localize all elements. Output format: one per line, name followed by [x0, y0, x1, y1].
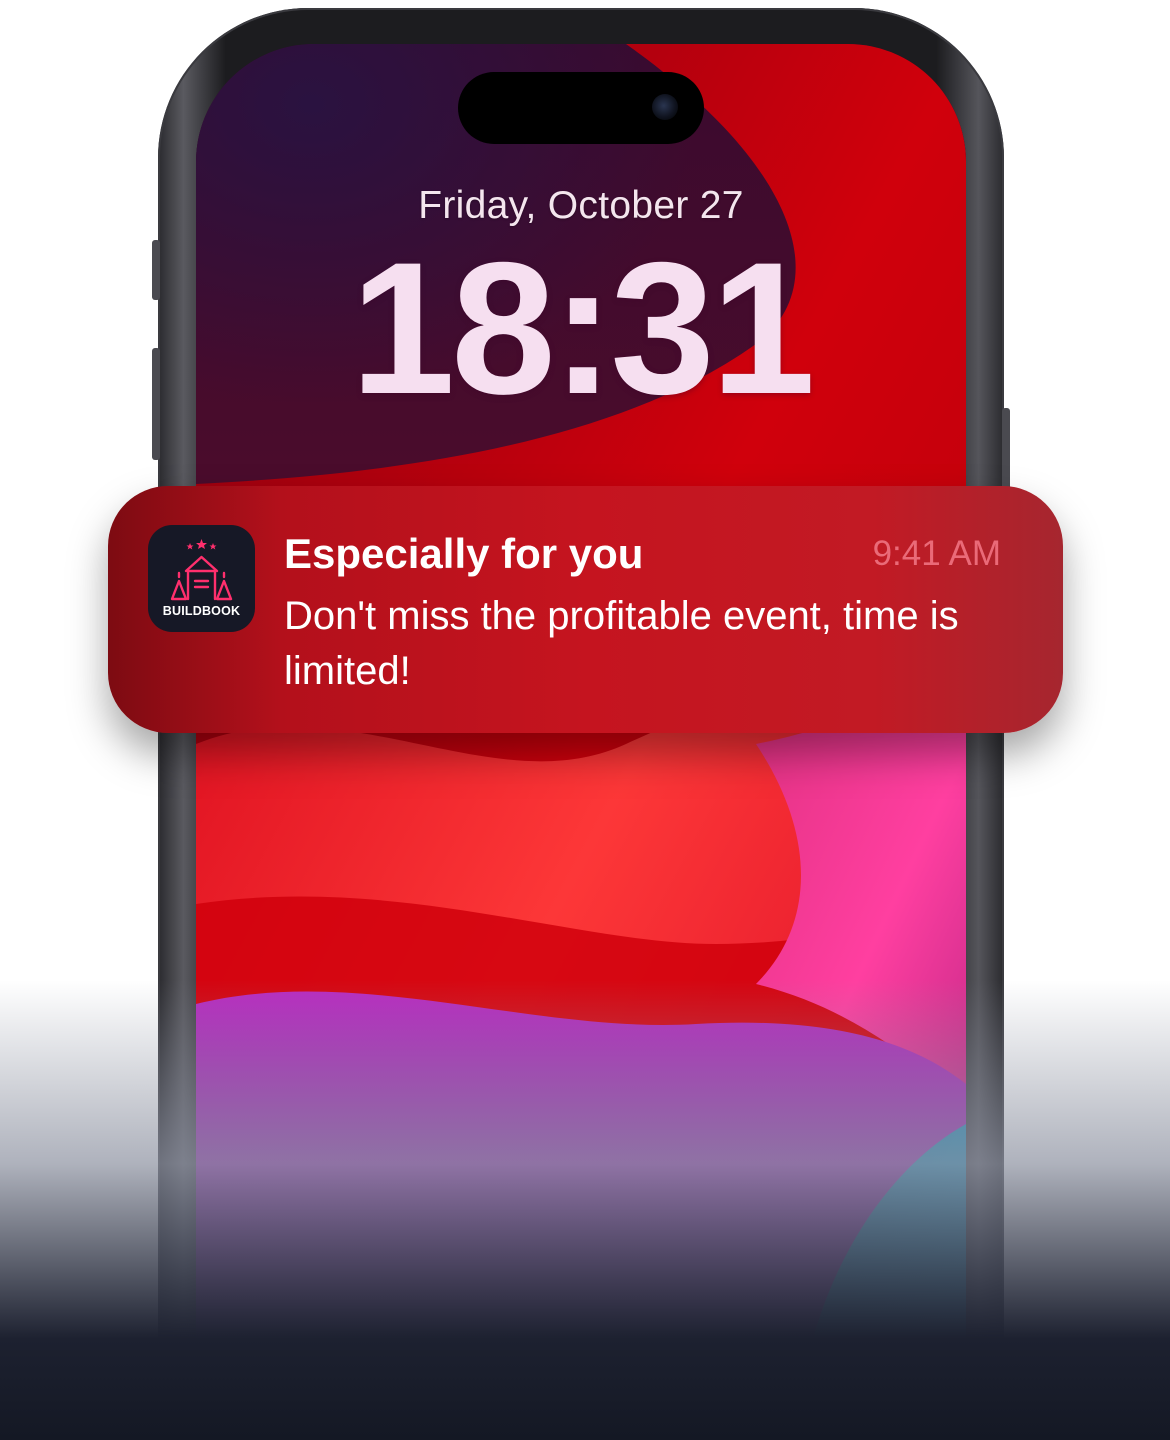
stage: Friday, October 27 18:31 BUILDBOOK Espec… — [0, 0, 1170, 1440]
app-icon: BUILDBOOK — [148, 525, 255, 632]
notification-body: Don't miss the profitable event, time is… — [284, 594, 959, 693]
action-button[interactable] — [152, 240, 160, 300]
app-name-label: BUILDBOOK — [162, 604, 241, 618]
lock-screen-clock: 18:31 — [350, 223, 816, 433]
dynamic-island — [458, 72, 704, 144]
notification-time: 9:41 AM — [872, 534, 1001, 573]
volume-up-button[interactable] — [152, 348, 160, 460]
notification-banner[interactable]: BUILDBOOK Especially for you 9:41 AM Don… — [108, 486, 1063, 733]
lock-screen-date: Friday, October 27 — [418, 184, 744, 227]
castle-icon — [170, 539, 233, 601]
lock-screen[interactable]: Friday, October 27 18:31 — [196, 44, 966, 1440]
camera-icon — [652, 94, 678, 120]
notification-title: Especially for you — [284, 530, 644, 577]
